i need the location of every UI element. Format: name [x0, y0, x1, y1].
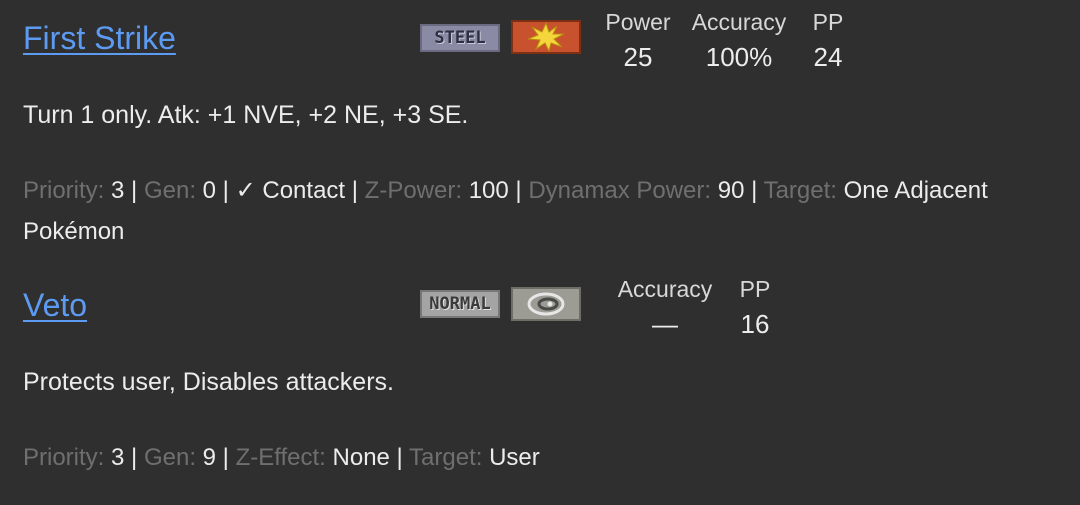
- pp-value: 24: [813, 42, 843, 72]
- priority-label: Priority:: [23, 177, 105, 204]
- power-label: Power: [605, 9, 671, 35]
- move-description: Protects user, Disables attackers.: [23, 368, 394, 396]
- physical-burst-icon: [527, 22, 565, 52]
- move-entry: First Strike STEEL Power 25 Accuracy 100…: [0, 0, 1080, 260]
- separator: |: [389, 444, 410, 471]
- move-details: Priority: 3 | Gen: 0 | ✓ Contact | Z-Pow…: [23, 170, 1063, 252]
- type-badge-steel: STEEL: [420, 24, 500, 52]
- gen-value: 9: [202, 444, 217, 471]
- separator: |: [216, 444, 236, 471]
- target-value: User: [489, 444, 540, 471]
- accuracy-stat: Accuracy 100%: [686, 9, 792, 73]
- pp-value: 16: [740, 309, 770, 339]
- power-stat: Power 25: [600, 9, 676, 73]
- move-description: Turn 1 only. Atk: +1 NVE, +2 NE, +3 SE.: [23, 101, 469, 129]
- contact-flag: ✓ Contact: [235, 177, 346, 204]
- pp-label: PP: [812, 9, 844, 35]
- move-entry: Veto NORMAL Accuracy — PP 16 Protects us…: [0, 270, 1080, 505]
- gen-value: 0: [202, 177, 217, 204]
- move-details: Priority: 3 | Gen: 9 | Z-Effect: None | …: [23, 437, 1063, 478]
- separator: |: [744, 177, 764, 204]
- zpower-value: 100: [468, 177, 509, 204]
- accuracy-label: Accuracy: [617, 276, 713, 302]
- pp-label: PP: [739, 276, 771, 302]
- dynamax-value: 90: [717, 177, 745, 204]
- dynamax-label: Dynamax Power:: [528, 177, 712, 204]
- zeffect-value: None: [332, 444, 390, 471]
- accuracy-label: Accuracy: [691, 9, 787, 35]
- separator: |: [124, 444, 144, 471]
- zeffect-label: Z-Effect:: [235, 444, 326, 471]
- move-name-link[interactable]: Veto: [23, 287, 87, 324]
- power-value: 25: [623, 42, 653, 72]
- priority-value: 3: [111, 444, 125, 471]
- pp-stat: PP 16: [733, 276, 777, 340]
- accuracy-value: —: [652, 309, 678, 339]
- separator: |: [216, 177, 236, 204]
- priority-label: Priority:: [23, 444, 105, 471]
- target-label: Target:: [763, 177, 837, 204]
- target-label: Target:: [409, 444, 483, 471]
- separator: |: [508, 177, 529, 204]
- gen-label: Gen:: [143, 177, 196, 204]
- status-swirl-icon: [527, 292, 565, 316]
- accuracy-stat: Accuracy —: [612, 276, 718, 340]
- separator: |: [124, 177, 144, 204]
- priority-value: 3: [111, 177, 125, 204]
- physical-category-icon: [511, 20, 581, 54]
- zpower-label: Z-Power:: [364, 177, 463, 204]
- status-category-icon: [511, 287, 581, 321]
- move-name-link[interactable]: First Strike: [23, 20, 176, 57]
- separator: |: [345, 177, 365, 204]
- pp-stat: PP 24: [806, 9, 850, 73]
- type-badge-normal: NORMAL: [420, 290, 500, 318]
- gen-label: Gen:: [143, 444, 196, 471]
- accuracy-value: 100%: [705, 42, 773, 72]
